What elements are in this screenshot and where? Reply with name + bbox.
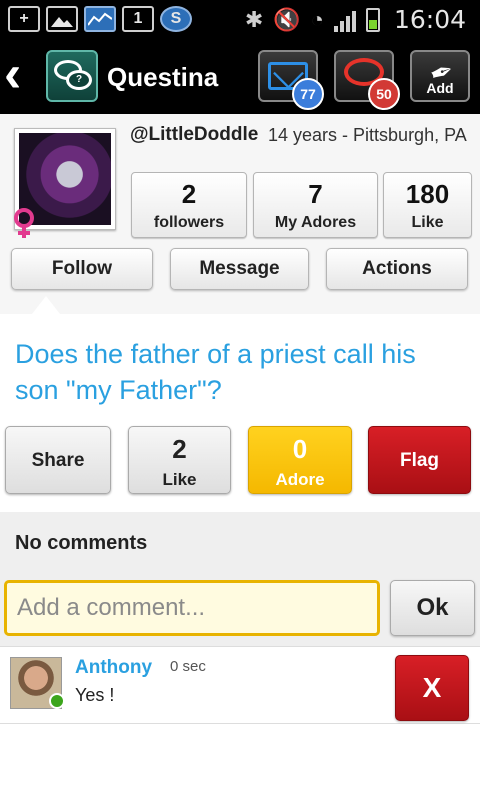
notifications-count-badge: 50 [368,78,400,110]
like-label: Like [162,470,197,489]
adore-button[interactable]: 0 Adore [248,426,352,494]
image-icon [46,6,78,32]
status-bar: + 1 S ✱ 🔇 ◔ 16:04 [0,0,480,38]
like-count: 2 [172,434,187,464]
follow-button[interactable]: Follow [11,248,153,290]
profile-info: 14 years - Pittsburgh, PA [268,125,467,145]
profile-pointer [32,296,60,314]
followers-stat[interactable]: 2 followers [131,172,247,238]
add-label: Add [426,80,454,96]
skype-icon: S [160,6,192,32]
like-button[interactable]: 2 Like [128,426,231,494]
adores-stat[interactable]: 7 My Adores [253,172,378,238]
share-label: Share [31,450,85,471]
comment-input[interactable] [4,580,380,636]
comments-header: No comments [0,512,480,574]
calendar-icon: 1 [122,6,154,32]
likes-stat[interactable]: 180 Like [383,172,472,238]
question-card: Does the father of a priest call his son… [0,314,480,512]
comments-heading: No comments [15,532,148,554]
followers-label: followers [153,214,225,231]
flag-button[interactable]: Flag [368,426,471,494]
messages-button[interactable]: 77 [258,50,324,110]
likes-count: 180 [405,179,450,209]
app-logo[interactable]: ? [46,50,98,102]
bluetooth-icon: ✱ [244,6,264,32]
profile-header: @LittleDoddle 14 years - Pittsburgh, PA … [0,114,480,314]
comment-compose-bar: Ok [0,574,480,646]
wifi-icon: ◔ [310,6,324,32]
actions-button[interactable]: Actions [326,248,468,290]
comment-timestamp: 0 sec [170,658,206,675]
online-status-icon [49,693,65,709]
adores-label: My Adores [274,214,357,231]
message-button[interactable]: Message [170,248,309,290]
plus-icon: + [8,6,40,32]
comment-item: Anthony 0 sec Yes ! X [0,646,480,724]
app-title: Questina [107,62,219,92]
clock: 16:04 [393,5,466,34]
notification-icons: + 1 S [8,6,192,32]
notifications-button[interactable]: 50 [334,50,400,110]
adores-count: 7 [308,179,323,209]
app-bar: ‹ ? Questina 77 50 ✒ Add [0,38,480,114]
female-gender-icon [14,208,34,238]
mute-icon: 🔇 [273,6,301,32]
battery-icon [365,7,380,32]
flag-label: Flag [399,450,440,471]
delete-comment-button[interactable]: X [395,655,469,721]
chart-icon [84,6,116,32]
share-button[interactable]: Share [5,426,111,494]
profile-username[interactable]: @LittleDoddle [130,124,258,146]
signal-icon [333,8,356,32]
adore-count: 0 [292,434,308,464]
commenter-name[interactable]: Anthony [75,657,152,679]
question-text: Does the father of a priest call his son… [15,339,416,405]
messages-count-badge: 77 [292,78,324,110]
submit-comment-button[interactable]: Ok [390,580,475,636]
followers-count: 2 [181,179,197,209]
likes-label: Like [411,214,444,231]
comment-text: Yes ! [75,685,115,705]
system-icons: ✱ 🔇 ◔ 16:04 [245,5,466,34]
add-question-button[interactable]: ✒ Add [410,50,470,102]
back-chevron-icon[interactable]: ‹ [4,48,40,100]
adore-label: Adore [275,470,325,489]
question-bubble-icon: ? [66,70,92,90]
